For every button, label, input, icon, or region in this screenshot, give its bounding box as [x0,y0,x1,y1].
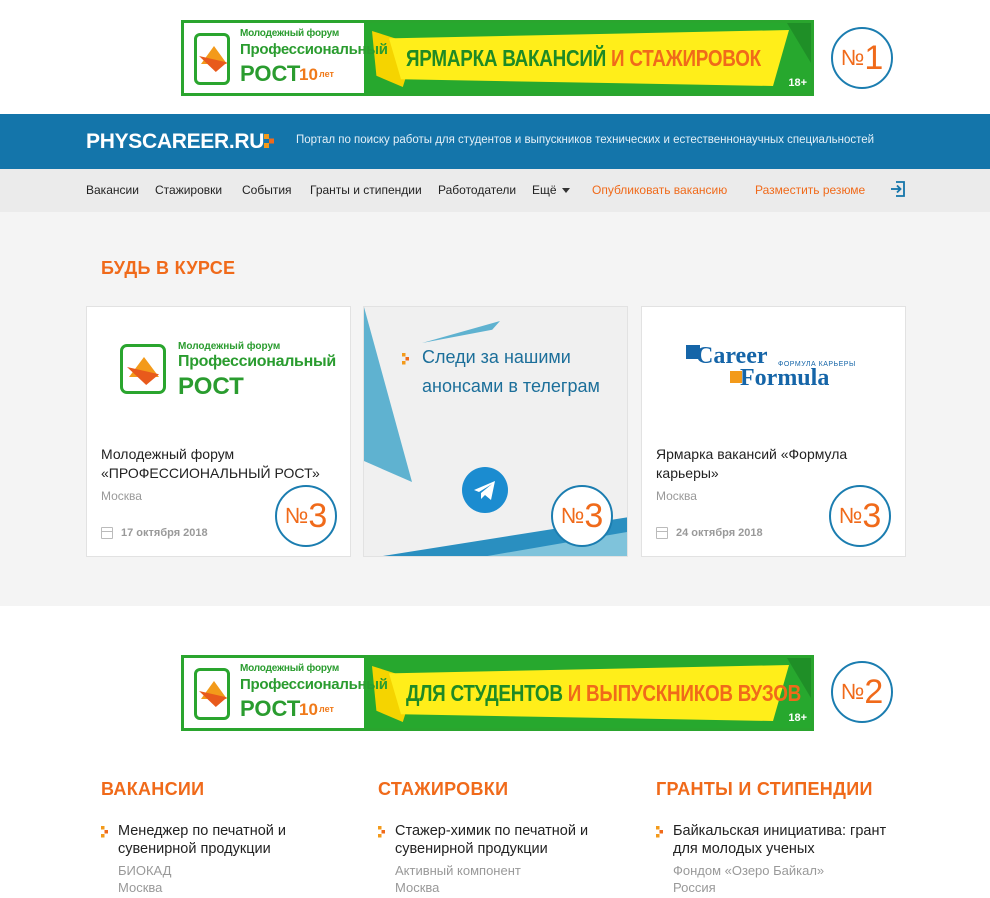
banner-headline-orange: И СТАЖИРОВОК [611,45,761,71]
internship-company: Активный компонент [395,863,521,878]
forum-logo-icon [194,668,230,720]
grants-title[interactable]: ГРАНТЫ И СТИПЕНДИИ [656,779,873,800]
arrow-bullet-icon [378,826,385,838]
badge-prefix: № [840,45,865,70]
telegram-card[interactable]: Следи за нашими анонсами в телеграм № 3 [363,306,628,557]
grant-company: Фондом «Озеро Байкал» [673,863,825,878]
grant-title[interactable]: Байкальская инициатива: грант для молоды… [673,822,903,858]
site-logo[interactable]: PHYSCAREER.RU [86,130,264,154]
number-badge: № 1 [831,27,893,89]
banner-forum-mid: Профессиональный [240,41,388,58]
login-icon[interactable] [889,180,907,198]
forum-logo-small: Молодежный форум [178,341,281,352]
telegram-icon[interactable] [462,467,508,513]
banner-forum-small: Молодежный форум [240,663,340,674]
banner-headline-green: ЯРМАРКА ВАКАНСИЙ [406,45,607,71]
arrow-bullet-icon [402,353,409,365]
caret-down-icon [561,188,570,194]
mid-banner-row: Молодежный форум Профессиональный РОСТ 1… [0,655,990,751]
nav-item-grants[interactable]: Гранты и стипендии [310,183,422,197]
badge-digit: 2 [864,672,884,711]
publish-vacancy-link[interactable]: Опубликовать вакансию [592,183,727,197]
badge-prefix: № [840,679,865,704]
nav-item-employers[interactable]: Работодатели [438,183,516,197]
vacancies-title[interactable]: ВАКАНСИИ [101,779,204,800]
banner-years-word: лет [319,69,334,79]
banner-headline: ЯРМАРКА ВАКАНСИЙ И СТАЖИРОВОК [406,45,761,72]
internships-title[interactable]: СТАЖИРОВКИ [378,779,508,800]
post-resume-link[interactable]: Разместить резюме [755,183,865,197]
banner-headline: ДЛЯ СТУДЕНТОВ И ВЫПУСКНИКОВ ВУЗОВ [406,680,801,707]
top-banner-row: Молодежный форум Профессиональный РОСТ 1… [0,20,990,116]
badge-digit: 1 [864,38,884,77]
badge-digit: 3 [862,496,882,535]
event-date: 17 октября 2018 [121,527,208,539]
event-date: 24 октября 2018 [676,527,763,539]
event-card[interactable]: Молодежный форум Профессиональный РОСТ М… [86,306,351,557]
banner-years-num: 10 [299,65,318,84]
grant-city: Россия [673,880,716,895]
arrow-bullet-icon [656,826,663,838]
logo-arrow-icon [264,134,274,148]
forum-logo-mid: Профессиональный [178,353,336,370]
badge-digit: 3 [308,496,328,535]
banner-age-rating: 18+ [788,77,807,89]
calendar-icon [101,527,113,539]
calendar-icon [656,527,668,539]
site-header: PHYSCAREER.RU Портал по поиску работы дл… [0,114,990,169]
event-card[interactable]: Career ФОРМУЛА КАРЬЕРЫ Formula Ярмарка в… [641,306,906,557]
nav-item-internships[interactable]: Стажировки [155,183,222,197]
vacancy-company: БИОКАД [118,863,172,878]
vacancy-city: Москва [118,880,163,895]
stay-tuned-title: БУДЬ В КУРСЕ [101,258,236,278]
number-badge: № 3 [551,485,613,547]
banner-headline-green: ДЛЯ СТУДЕНТОВ [406,680,563,706]
event-title[interactable]: Ярмарка вакансий «Формула карьеры» [656,445,896,483]
arrow-bullet-icon [101,826,108,838]
vacancy-title[interactable]: Менеджер по печатной и сувенирной продук… [118,822,348,858]
badge-prefix: № [560,503,585,528]
nav-item-more[interactable]: Ещё [532,183,570,197]
banner-headline-orange: И ВЫПУСКНИКОВ ВУЗОВ [567,680,802,706]
banner-years-num: 10 [299,700,318,719]
banner-forum-small: Молодежный форум [240,28,340,39]
forum-logo-icon [194,33,230,85]
banner-forum-big: РОСТ [240,61,301,86]
top-banner[interactable]: Молодежный форум Профессиональный РОСТ 1… [181,20,814,96]
forum-logo-big: РОСТ [178,373,244,400]
logo-word-formula: Formula [740,365,830,391]
banner-age-rating: 18+ [788,712,807,724]
vacancy-meta: БИОКАД Москва [118,862,171,896]
deco-triangle [422,321,500,343]
badge-prefix: № [284,503,309,528]
internship-meta: Активный компонент Москва [395,862,521,896]
career-formula-logo: Career ФОРМУЛА КАРЬЕРЫ Formula [686,343,856,399]
main-nav: Вакансии Стажировки События Гранты и сти… [0,169,990,212]
event-city: Москва [101,489,142,503]
event-city: Москва [656,489,697,503]
mid-banner[interactable]: Молодежный форум Профессиональный РОСТ 1… [181,655,814,731]
number-badge: № 2 [831,661,893,723]
banner-forum-mid: Профессиональный [240,676,388,693]
nav-more-label: Ещё [532,183,557,197]
number-badge: № 3 [829,485,891,547]
banner-forum-big: РОСТ [240,696,301,721]
number-badge: № 3 [275,485,337,547]
forum-logo-icon [120,344,166,394]
badge-prefix: № [838,503,863,528]
grant-meta: Фондом «Озеро Байкал» Россия [673,862,824,896]
deco-triangle [364,307,412,482]
badge-digit: 3 [584,496,604,535]
nav-item-events[interactable]: События [242,183,292,197]
internship-title[interactable]: Стажер-химик по печатной и сувенирной пр… [395,822,625,858]
event-title[interactable]: Молодежный форум «ПРОФЕССИОНАЛЬНЫЙ РОСТ» [101,445,341,483]
nav-item-vacancies[interactable]: Вакансии [86,183,139,197]
banner-years-word: лет [319,704,334,714]
telegram-text[interactable]: Следи за нашими анонсами в телеграм [422,343,612,401]
site-tagline: Портал по поиску работы для студентов и … [296,134,875,146]
internship-city: Москва [395,880,440,895]
